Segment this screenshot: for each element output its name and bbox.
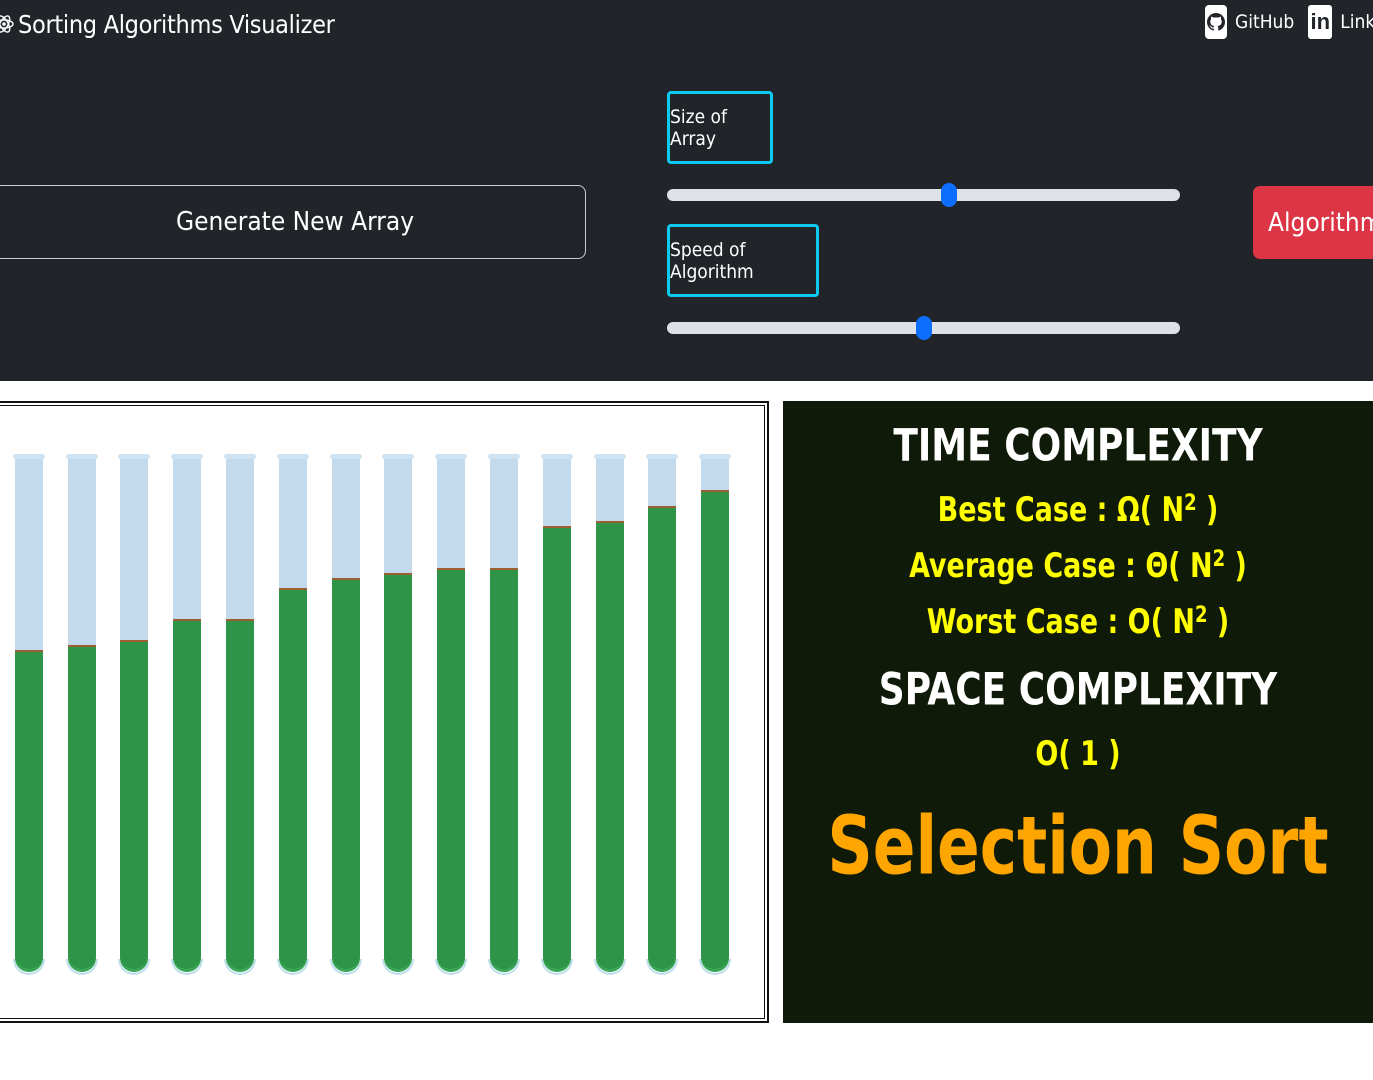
array-bar-rim — [488, 454, 520, 459]
algorithms-label: Algorithms — [1268, 207, 1373, 238]
average-case-exponent: 2 — [1212, 544, 1226, 572]
worst-case-prefix: Worst Case : O( N — [926, 602, 1195, 643]
array-bar-fill — [595, 521, 624, 972]
array-bar-rim — [593, 454, 626, 459]
array-bar — [329, 454, 362, 975]
array-bar-base — [593, 959, 626, 975]
array-bar — [699, 454, 732, 975]
array-bar — [540, 454, 573, 975]
array-bar-base — [12, 959, 45, 975]
array-bar-rim — [276, 454, 309, 459]
array-bar — [276, 454, 309, 975]
algorithms-dropdown-button[interactable]: Algorithms ▼ — [1253, 186, 1373, 259]
array-bar-base — [382, 959, 415, 975]
time-complexity-heading: TIME COMPLEXITY — [893, 420, 1263, 472]
array-bar-base — [118, 959, 151, 975]
array-bar-fill — [384, 572, 413, 972]
array-bar-fill — [701, 490, 730, 972]
brand[interactable]: Sorting Algorithms Visualizer — [0, 4, 335, 44]
best-case-suffix: ) — [1196, 490, 1219, 531]
array-bar-base — [171, 959, 204, 975]
linkedin-link[interactable]: in Linked — [1308, 5, 1373, 39]
array-bar-fill — [490, 567, 518, 972]
array-bar-fill — [278, 588, 307, 972]
app-title: Sorting Algorithms Visualizer — [18, 9, 335, 39]
array-bar-rim — [118, 454, 151, 459]
array-bar — [118, 454, 151, 975]
array-bar-rim — [435, 454, 468, 459]
array-bar-base — [540, 959, 573, 975]
github-label: GitHub — [1235, 11, 1295, 33]
array-bar-rim — [382, 454, 415, 459]
visualizer-panel — [0, 401, 769, 1023]
navbar: Sorting Algorithms Visualizer GitHub in … — [0, 0, 1373, 381]
best-case-text: Best Case : Ω( N2 ) — [783, 491, 1373, 530]
array-bar-rim — [329, 454, 362, 459]
array-bar-fill — [331, 577, 360, 972]
array-bar — [171, 454, 204, 975]
linkedin-label: Linked — [1340, 11, 1373, 33]
github-icon — [1205, 5, 1227, 39]
array-bar-fill — [120, 639, 149, 972]
complexity-panel: TIME COMPLEXITY Best Case : Ω( N2 ) Aver… — [783, 401, 1373, 1023]
array-bar-fill — [14, 650, 43, 972]
best-case-exponent: 2 — [1184, 488, 1197, 516]
generate-array-label: Generate New Array — [175, 207, 415, 237]
array-bar-base — [699, 959, 732, 975]
linkedin-icon: in — [1308, 5, 1333, 39]
array-bar-base — [224, 959, 256, 975]
array-bar-fill — [173, 619, 202, 972]
array-bar-rim — [540, 454, 573, 459]
worst-case-text: Worst Case : O( N2 ) — [783, 603, 1373, 642]
speed-of-algorithm-label: Speed of Algorithm — [667, 224, 819, 297]
array-bar-base — [276, 959, 309, 975]
array-bar-rim — [65, 454, 98, 459]
array-bar — [593, 454, 626, 975]
array-bar-rim — [171, 454, 204, 459]
github-link[interactable]: GitHub — [1205, 5, 1294, 39]
space-complexity-heading: SPACE COMPLEXITY — [878, 664, 1278, 716]
array-bar — [488, 454, 520, 975]
nav-links: GitHub in Linked — [1205, 4, 1373, 40]
space-complexity-value: O( 1 ) — [1035, 734, 1121, 775]
atom-icon — [0, 15, 14, 33]
array-bar-rim — [699, 454, 732, 459]
algorithm-name: Selection Sort — [827, 798, 1329, 894]
average-case-text: Average Case : Θ( N2 ) — [783, 547, 1373, 586]
visualizer-frame — [0, 405, 765, 1019]
worst-case-exponent: 2 — [1194, 600, 1208, 628]
array-bar-rim — [12, 454, 45, 459]
average-case-suffix: ) — [1225, 546, 1247, 587]
array-bar — [12, 454, 45, 975]
generate-array-button[interactable]: Generate New Array — [0, 185, 586, 259]
array-bar-rim — [224, 454, 256, 459]
array-bar-base — [329, 959, 362, 975]
worst-case-suffix: ) — [1207, 602, 1230, 643]
array-bar-fill — [648, 505, 677, 972]
array-bar-rim — [646, 454, 679, 459]
array-bar-base — [65, 959, 98, 975]
speed-slider[interactable] — [667, 316, 1180, 340]
size-slider[interactable] — [667, 183, 1180, 207]
array-bar-fill — [226, 619, 254, 972]
array-bar-fill — [542, 526, 571, 972]
array-bar-fill — [67, 644, 96, 972]
array-bar-fill — [437, 567, 466, 972]
array-bar — [435, 454, 468, 975]
size-of-array-label: Size of Array — [667, 91, 773, 164]
best-case-prefix: Best Case : Ω( N — [937, 490, 1185, 531]
speed-slider-thumb[interactable] — [915, 316, 932, 340]
array-bar-base — [488, 959, 520, 975]
array-bar — [224, 454, 256, 975]
array-bar — [382, 454, 415, 975]
array-bar — [646, 454, 679, 975]
array-bar-base — [646, 959, 679, 975]
array-bar — [65, 454, 98, 975]
array-bar-base — [435, 959, 468, 975]
size-slider-thumb[interactable] — [941, 183, 958, 207]
average-case-prefix: Average Case : Θ( N — [909, 546, 1213, 587]
